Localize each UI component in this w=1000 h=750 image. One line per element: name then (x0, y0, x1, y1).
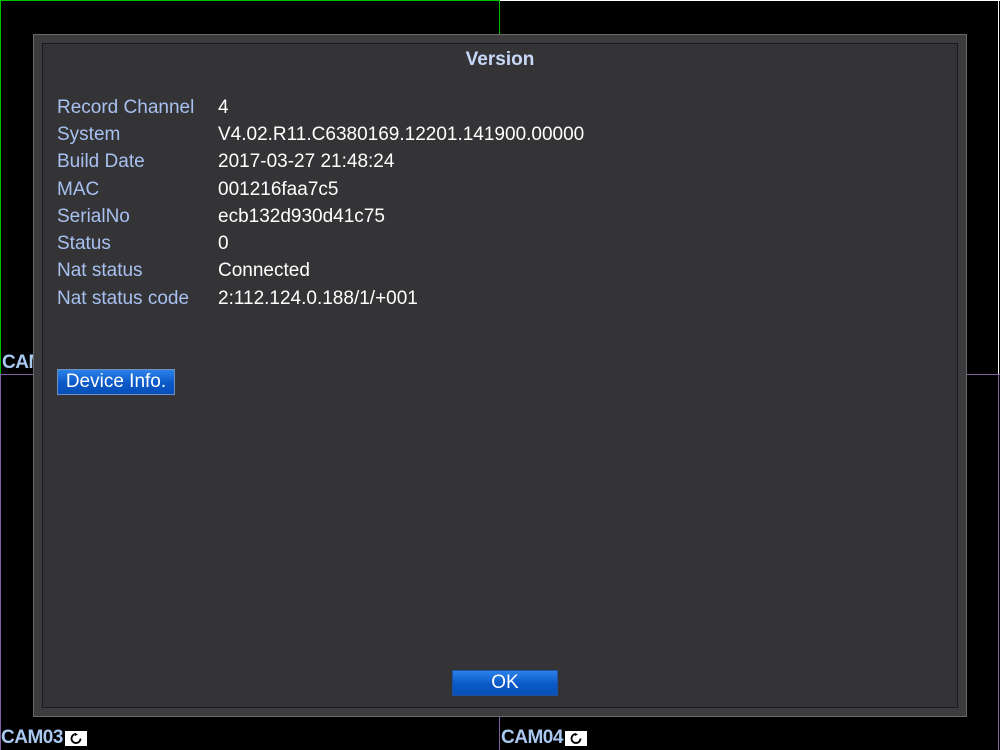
info-row-nat-status-code: Nat status code 2:112.124.0.188/1/+001 (57, 285, 584, 312)
dialog-title: Version (465, 49, 535, 70)
cam03-label-text: CAM03 (1, 727, 63, 748)
cam01-border-top (0, 0, 500, 1)
nat-status-code-label: Nat status code (57, 287, 190, 309)
cam01-label: CAM (2, 352, 34, 374)
mac-value: 001216faa7c5 (218, 178, 339, 200)
version-dialog: Version Record Channel 4 System V4.02.R1… (33, 34, 967, 717)
cam04-label[interactable]: CAM04 (501, 727, 587, 749)
mac-label: MAC (57, 178, 100, 200)
info-row-serial: SerialNo ecb132d930d41c75 (57, 203, 584, 230)
info-row-nat-status: Nat status Connected (57, 258, 584, 285)
grid-divider-left (0, 374, 34, 375)
cam04-label-text: CAM04 (501, 727, 563, 748)
refresh-icon (64, 730, 87, 746)
serial-label: SerialNo (57, 205, 130, 227)
info-row-build-date: Build Date 2017-03-27 21:48:24 (57, 149, 584, 176)
status-label: Status (57, 233, 111, 255)
cam04-border-right (998, 375, 999, 750)
cam03-label[interactable]: CAM03 (1, 727, 87, 749)
system-value: V4.02.R11.C6380169.12201.141900.00000 (218, 123, 585, 145)
info-row-system: System V4.02.R11.C6380169.12201.141900.0… (57, 121, 584, 148)
refresh-icon (564, 730, 587, 746)
grid-divider-bottom (499, 716, 500, 750)
cam01-label-text: CAM (2, 352, 34, 373)
info-row-mac: MAC 001216faa7c5 (57, 176, 584, 203)
dvr-screen: CAM CAM03 CAM04 Version Record Channel (0, 0, 1000, 750)
device-info-button[interactable]: Device Info. (57, 369, 175, 395)
cam01-border-right (499, 0, 500, 36)
ok-button[interactable]: OK (452, 670, 558, 696)
record-channel-value: 4 (218, 96, 229, 118)
nat-status-value: Connected (218, 260, 310, 282)
build-date-label: Build Date (57, 151, 145, 173)
cam01-border-left (0, 0, 1, 375)
cam02-border-top (500, 0, 1000, 1)
version-dialog-body: Version Record Channel 4 System V4.02.R1… (42, 43, 958, 708)
system-label: System (57, 123, 121, 145)
version-info-table: Record Channel 4 System V4.02.R11.C63801… (57, 94, 584, 312)
record-channel-label: Record Channel (57, 96, 195, 118)
build-date-value: 2017-03-27 21:48:24 (218, 151, 395, 173)
grid-divider-right (966, 374, 1000, 375)
nat-status-code-value: 2:112.124.0.188/1/+001 (218, 287, 418, 309)
serial-value: ecb132d930d41c75 (218, 205, 385, 227)
cam02-border-right (998, 0, 999, 375)
nat-status-label: Nat status (57, 260, 143, 282)
info-row-status: Status 0 (57, 230, 584, 257)
cam03-border-left (0, 375, 1, 750)
status-value: 0 (218, 233, 229, 255)
info-row-record-channel: Record Channel 4 (57, 94, 584, 121)
